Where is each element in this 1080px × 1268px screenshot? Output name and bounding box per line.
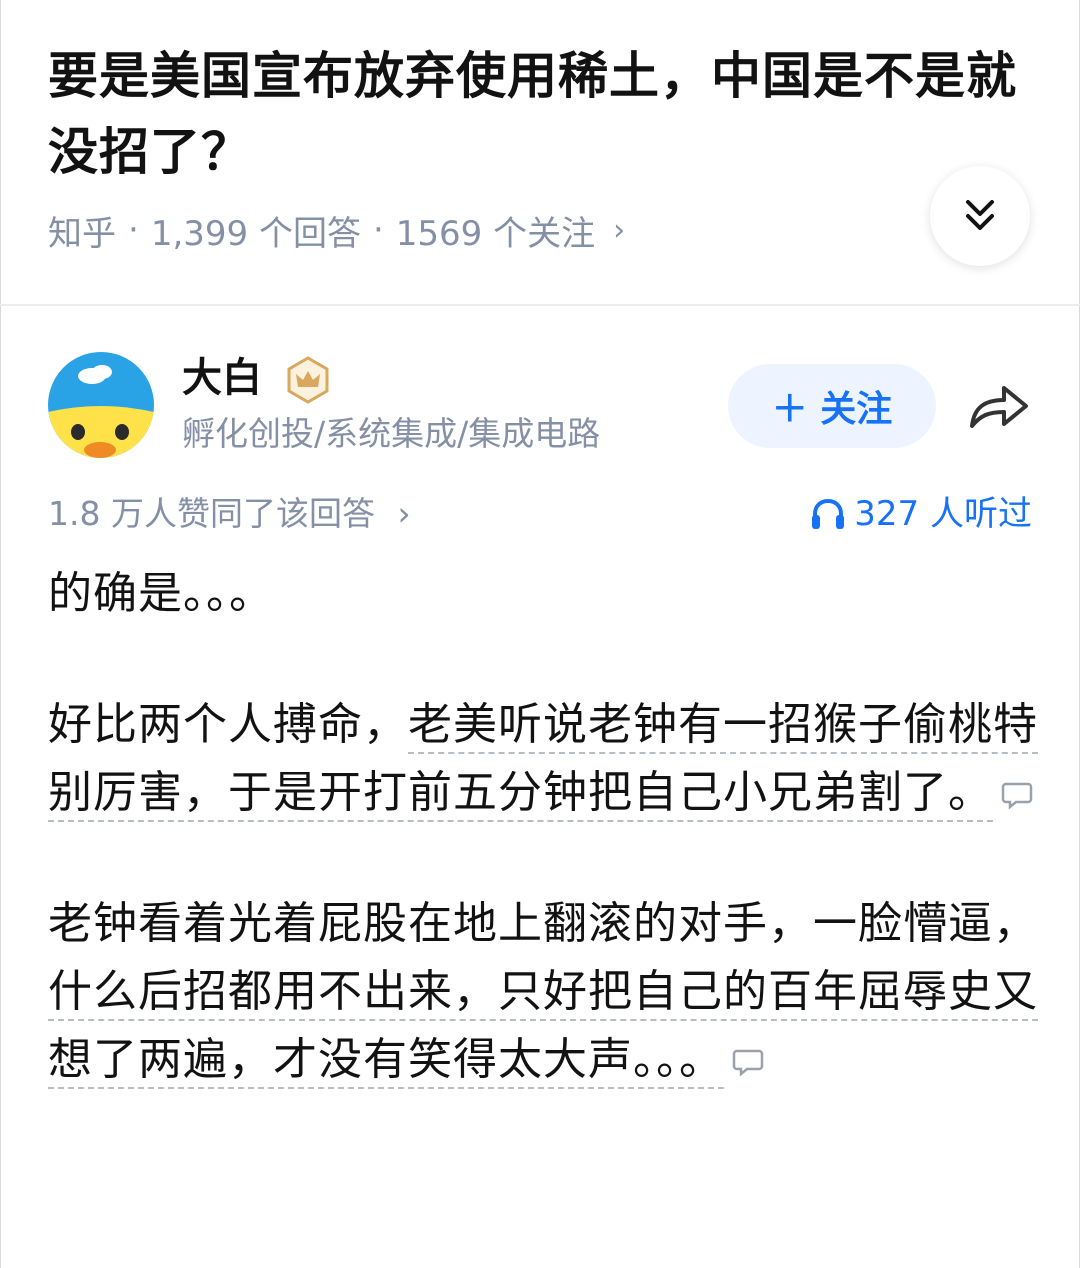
answer-paragraph-1: 的确是。。。 (48, 568, 274, 619)
source-label: 知乎 (48, 213, 116, 254)
section-divider (0, 304, 1080, 306)
annotated-segment[interactable]: 什么后招都用不出来，只好把自己的百年屈辱史又想了两遍，才没有笑得太大声。。。 (48, 966, 1038, 1089)
avatar[interactable] (48, 352, 154, 458)
separator: · (128, 210, 139, 250)
question-meta[interactable]: 知乎 · 1,399 个回答 · 1569 个关注 › (48, 205, 625, 255)
separator: · (372, 210, 384, 250)
collapse-button[interactable] (930, 166, 1030, 266)
answer-count: 1,399 个回答 (150, 213, 361, 254)
listener-count: 327 人听过 (854, 494, 1032, 534)
answer-paragraph-2: 好比两个人搏命，老美听说老钟有一招猴子偷桃特别厉害，于是开打前五分钟把自己小兄弟… (48, 691, 1038, 827)
follow-count: 1569 个关注 (395, 213, 596, 254)
comment-bubble-icon[interactable] (1001, 780, 1033, 810)
follow-button[interactable]: ＋ 关注 (728, 364, 936, 448)
crown-badge-icon (287, 356, 329, 404)
chevron-right-icon: › (397, 494, 411, 533)
comment-bubble-icon[interactable] (732, 1047, 764, 1077)
answer-content: 的确是。。。 好比两个人搏命，老美听说老钟有一招猴子偷桃特别厉害，于是开打前五分… (48, 560, 1038, 1094)
answer-paragraph-3: 老钟看着光着屁股在地上翻滚的对手，一脸懵逼， 什么后招都用不出来，只好把自己的百年… (48, 890, 1038, 1094)
upvote-summary[interactable]: 1.8 万人赞同了该回答 › (48, 490, 411, 538)
author-bio: 孵化创投/系统集成/集成电路 (182, 414, 601, 453)
listen-count[interactable]: 327 人听过 (810, 490, 1032, 538)
chevron-right-icon: › (613, 212, 626, 248)
bio-fade (610, 410, 690, 458)
headphones-icon (812, 498, 845, 529)
question-title[interactable]: 要是美国宣布放弃使用稀土，中国是不是就没招了？ (48, 38, 1048, 190)
share-arrow-icon[interactable] (966, 378, 1032, 434)
double-chevron-down-icon (966, 200, 994, 230)
author-name[interactable]: 大白 (182, 350, 262, 406)
upvote-count: 1.8 万人赞同了该回答 (48, 494, 375, 533)
paragraph-text: 老钟看着光着屁股在地上翻滚的对手，一脸懵逼， (48, 898, 1038, 949)
paragraph-text: 好比两个人搏命， (48, 699, 408, 750)
